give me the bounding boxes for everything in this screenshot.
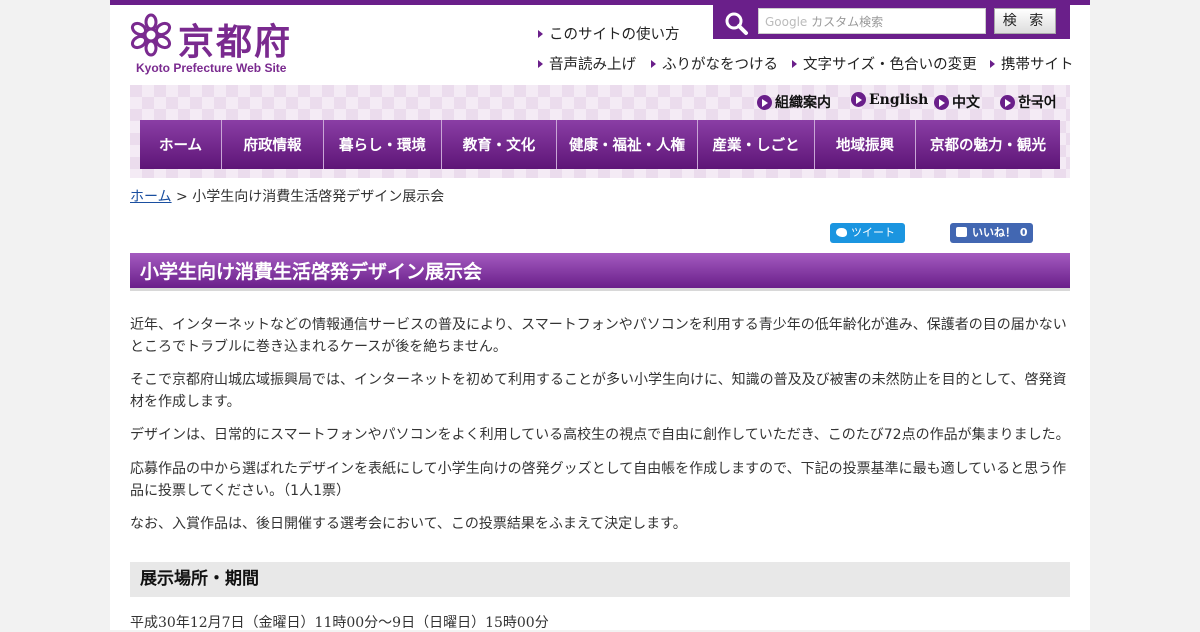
breadcrumb: ホーム > 小学生向け消費生活啓発デザイン展示会 xyxy=(130,186,444,206)
breadcrumb-home-link[interactable]: ホーム xyxy=(130,189,172,205)
breadcrumb-current: 小学生向け消費生活啓発デザイン展示会 xyxy=(192,189,445,205)
arrow-circle-icon xyxy=(757,95,772,110)
kyoto-crest-icon xyxy=(130,13,172,57)
english-link[interactable]: English xyxy=(851,92,928,108)
nav-region[interactable]: 地域振興 xyxy=(815,120,916,169)
like-label: いいね！ 0 xyxy=(972,226,1028,239)
voice-label: 音声読み上げ xyxy=(549,57,636,73)
korean-label: 한국어 xyxy=(1018,95,1057,111)
page-title-bar: 小学生向け消費生活啓発デザイン展示会 xyxy=(130,253,1070,291)
search-box: Google カスタム検索 検 索 xyxy=(713,5,1070,39)
section-heading: 展示場所・期間 xyxy=(140,569,259,589)
arrow-circle-icon xyxy=(851,92,866,107)
english-label: English xyxy=(869,92,929,108)
search-button[interactable]: 検 索 xyxy=(994,8,1056,34)
arrow-icon xyxy=(990,60,995,68)
thumbs-up-icon xyxy=(956,227,967,237)
twitter-bird-icon xyxy=(836,228,847,237)
intro-paragraph-4: 応募作品の中から選ばれたデザインを表紙にして小学生向けの啓発グッズとして自由帳を… xyxy=(130,461,1067,499)
nav-industry[interactable]: 産業・しごと xyxy=(698,120,815,169)
site-logo[interactable]: 京都府 Kyoto Prefecture Web Site xyxy=(130,11,300,77)
text-size-link[interactable]: 文字サイズ・色合いの変更 xyxy=(792,53,977,74)
google-watermark: Google xyxy=(765,15,808,29)
section-heading-bar: 展示場所・期間 xyxy=(130,562,1070,597)
arrow-icon xyxy=(538,30,543,38)
mobile-site-label: 携帯サイト xyxy=(1001,57,1074,73)
how-to-use-link[interactable]: このサイトの使い方 xyxy=(538,23,680,44)
nav-tourism[interactable]: 京都の魅力・観光 xyxy=(916,120,1060,169)
how-to-use-label: このサイトの使い方 xyxy=(549,27,680,43)
intro-paragraph-2: そこで京都府山城広域振興局では、インターネットを初めて利用することが多い小学生向… xyxy=(130,372,1067,410)
chinese-link[interactable]: 中文 xyxy=(934,92,980,112)
mobile-site-link[interactable]: 携帯サイト xyxy=(990,53,1074,74)
intro-paragraph-3: デザインは、日常的にスマートフォンやパソコンをよく利用している高校生の視点で自由… xyxy=(130,427,1070,443)
logo-title: 京都府 xyxy=(178,22,293,63)
page-title: 小学生向け消費生活啓発デザイン展示会 xyxy=(140,261,483,283)
header-band: 組織案内 English 中文 한국어 ホーム 府政情報 暮らし・環境 教育・文… xyxy=(130,85,1070,178)
nav-health[interactable]: 健康・福祉・人権 xyxy=(557,120,698,169)
arrow-icon xyxy=(792,60,797,68)
arrow-circle-icon xyxy=(1000,95,1015,110)
arrow-icon xyxy=(538,60,543,68)
tweet-label: ツイート xyxy=(851,226,895,239)
nav-government[interactable]: 府政情報 xyxy=(222,120,324,169)
nav-education[interactable]: 教育・文化 xyxy=(442,120,557,169)
organization-label: 組織案内 xyxy=(775,95,831,111)
furigana-link[interactable]: ふりがなをつける xyxy=(651,53,778,74)
search-placeholder: カスタム検索 xyxy=(811,15,884,29)
page-container: 京都府 Kyoto Prefecture Web Site このサイトの使い方 … xyxy=(110,0,1090,631)
nav-home[interactable]: ホーム xyxy=(140,120,222,169)
global-nav: ホーム 府政情報 暮らし・環境 教育・文化 健康・福祉・人権 産業・しごと 地域… xyxy=(140,120,1060,169)
nav-living[interactable]: 暮らし・環境 xyxy=(324,120,442,169)
exhibition-period: 平成30年12月7日（金曜日）11時00分～9日（日曜日）15時00分 xyxy=(130,615,549,631)
voice-link[interactable]: 音声読み上げ xyxy=(538,53,636,74)
tweet-button[interactable]: ツイート xyxy=(830,223,905,243)
arrow-circle-icon xyxy=(934,95,949,110)
intro-paragraph-5: なお、入賞作品は、後日開催する選考会において、この投票結果をふまえて決定します。 xyxy=(130,516,687,532)
logo-subtitle: Kyoto Prefecture Web Site xyxy=(136,61,287,75)
intro-paragraph-1: 近年、インターネットなどの情報通信サービスの普及により、スマートフォンやパソコン… xyxy=(130,317,1067,355)
chinese-label: 中文 xyxy=(952,95,980,111)
furigana-label: ふりがなをつける xyxy=(662,57,778,73)
search-input[interactable]: Google カスタム検索 xyxy=(758,8,986,34)
like-button[interactable]: いいね！ 0 xyxy=(950,223,1033,243)
breadcrumb-separator: > xyxy=(171,189,193,205)
search-icon xyxy=(725,12,748,35)
text-size-label: 文字サイズ・色合いの変更 xyxy=(803,57,977,73)
organization-link[interactable]: 組織案内 xyxy=(757,92,831,112)
korean-link[interactable]: 한국어 xyxy=(1000,92,1057,112)
arrow-icon xyxy=(651,60,656,68)
